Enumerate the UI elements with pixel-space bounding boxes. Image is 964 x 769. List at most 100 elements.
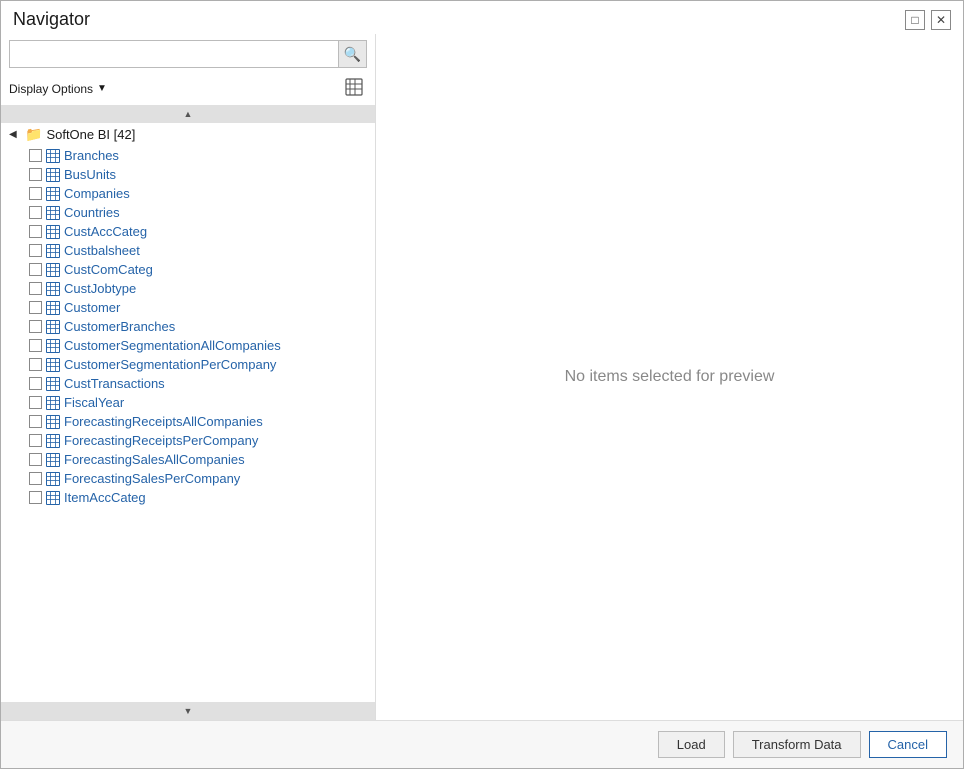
cancel-button[interactable]: Cancel xyxy=(869,731,947,758)
list-item[interactable]: BusUnits xyxy=(1,165,375,184)
list-item[interactable]: Companies xyxy=(1,184,375,203)
item-label: ForecastingReceiptsAllCompanies xyxy=(64,414,263,429)
table-icon xyxy=(46,244,60,258)
list-item[interactable]: ForecastingSalesPerCompany xyxy=(1,469,375,488)
table-icon xyxy=(46,377,60,391)
search-button[interactable]: 🔍 xyxy=(338,41,366,67)
item-checkbox[interactable] xyxy=(29,472,42,485)
list-item[interactable]: Countries xyxy=(1,203,375,222)
display-options-label: Display Options xyxy=(9,82,93,96)
item-checkbox[interactable] xyxy=(29,491,42,504)
display-options-button[interactable]: Display Options ▼ xyxy=(9,82,107,96)
footer: Load Transform Data Cancel xyxy=(1,720,963,768)
list-item[interactable]: ForecastingSalesAllCompanies xyxy=(1,450,375,469)
table-icon xyxy=(46,168,60,182)
item-label: Companies xyxy=(64,186,130,201)
tree-items-container: Branches BusUnits Companies Countries Cu… xyxy=(1,146,375,507)
table-icon xyxy=(46,472,60,486)
table-icon xyxy=(46,225,60,239)
search-icon: 🔍 xyxy=(344,46,361,63)
search-input[interactable] xyxy=(10,43,338,66)
item-label: ForecastingSalesAllCompanies xyxy=(64,452,245,467)
scroll-up-button[interactable]: ▲ xyxy=(1,105,375,123)
item-checkbox[interactable] xyxy=(29,244,42,257)
item-checkbox[interactable] xyxy=(29,377,42,390)
tree-container[interactable]: ◀ 📁 SoftOne BI [42] Branches BusUnits Co… xyxy=(1,123,375,702)
search-bar: 🔍 xyxy=(9,40,367,68)
item-checkbox[interactable] xyxy=(29,320,42,333)
close-button[interactable]: ✕ xyxy=(931,10,951,30)
content-area: 🔍 Display Options ▼ xyxy=(1,34,963,720)
list-item[interactable]: Custbalsheet xyxy=(1,241,375,260)
item-label: CustomerSegmentationPerCompany xyxy=(64,357,276,372)
item-checkbox[interactable] xyxy=(29,149,42,162)
table-icon xyxy=(46,453,60,467)
table-icon xyxy=(46,434,60,448)
item-checkbox[interactable] xyxy=(29,187,42,200)
display-options-bar: Display Options ▼ xyxy=(1,72,375,105)
window-title: Navigator xyxy=(13,9,90,30)
table-icon xyxy=(46,301,60,315)
load-button[interactable]: Load xyxy=(658,731,725,758)
minimize-button[interactable]: □ xyxy=(905,10,925,30)
table-icon xyxy=(46,415,60,429)
item-checkbox[interactable] xyxy=(29,415,42,428)
table-icon xyxy=(46,282,60,296)
scroll-down-button[interactable]: ▼ xyxy=(1,702,375,720)
item-checkbox[interactable] xyxy=(29,396,42,409)
list-item[interactable]: Branches xyxy=(1,146,375,165)
list-item[interactable]: ForecastingReceiptsAllCompanies xyxy=(1,412,375,431)
list-item[interactable]: CustomerSegmentationPerCompany xyxy=(1,355,375,374)
table-icon xyxy=(46,320,60,334)
view-icon xyxy=(345,83,363,99)
table-icon xyxy=(46,339,60,353)
item-checkbox[interactable] xyxy=(29,225,42,238)
table-icon xyxy=(46,396,60,410)
minimize-icon: □ xyxy=(911,13,918,27)
item-checkbox[interactable] xyxy=(29,434,42,447)
list-item[interactable]: ItemAccCateg xyxy=(1,488,375,507)
dropdown-arrow-icon: ▼ xyxy=(97,83,107,94)
item-checkbox[interactable] xyxy=(29,168,42,181)
close-icon: ✕ xyxy=(936,13,946,27)
item-checkbox[interactable] xyxy=(29,339,42,352)
item-checkbox[interactable] xyxy=(29,206,42,219)
list-item[interactable]: ForecastingReceiptsPerCompany xyxy=(1,431,375,450)
list-item[interactable]: Customer xyxy=(1,298,375,317)
item-label: Branches xyxy=(64,148,119,163)
table-icon xyxy=(46,491,60,505)
item-checkbox[interactable] xyxy=(29,282,42,295)
item-label: Countries xyxy=(64,205,120,220)
item-checkbox[interactable] xyxy=(29,453,42,466)
item-label: Custbalsheet xyxy=(64,243,140,258)
left-panel: 🔍 Display Options ▼ xyxy=(1,34,376,720)
item-label: Customer xyxy=(64,300,120,315)
list-item[interactable]: CustAccCateg xyxy=(1,222,375,241)
item-label: CustJobtype xyxy=(64,281,136,296)
item-checkbox[interactable] xyxy=(29,301,42,314)
item-label: ForecastingSalesPerCompany xyxy=(64,471,240,486)
scroll-up-icon: ▲ xyxy=(184,109,193,119)
view-toggle-button[interactable] xyxy=(341,76,367,101)
table-icon xyxy=(46,206,60,220)
title-bar: Navigator □ ✕ xyxy=(1,1,963,34)
list-item[interactable]: CustComCateg xyxy=(1,260,375,279)
tree-root-item[interactable]: ◀ 📁 SoftOne BI [42] xyxy=(1,123,375,146)
list-item[interactable]: CustomerSegmentationAllCompanies xyxy=(1,336,375,355)
tree-scroll-wrapper: ▲ ◀ 📁 SoftOne BI [42] Branches BusU xyxy=(1,105,375,720)
root-label: SoftOne BI [42] xyxy=(46,127,135,142)
item-label: ItemAccCateg xyxy=(64,490,146,505)
list-item[interactable]: CustomerBranches xyxy=(1,317,375,336)
item-label: CustTransactions xyxy=(64,376,165,391)
list-item[interactable]: CustTransactions xyxy=(1,374,375,393)
transform-data-button[interactable]: Transform Data xyxy=(733,731,861,758)
item-label: ForecastingReceiptsPerCompany xyxy=(64,433,258,448)
list-item[interactable]: CustJobtype xyxy=(1,279,375,298)
list-item[interactable]: FiscalYear xyxy=(1,393,375,412)
item-checkbox[interactable] xyxy=(29,358,42,371)
item-label: BusUnits xyxy=(64,167,116,182)
item-checkbox[interactable] xyxy=(29,263,42,276)
title-bar-controls: □ ✕ xyxy=(905,10,951,30)
no-items-text: No items selected for preview xyxy=(565,368,775,386)
folder-icon: 📁 xyxy=(25,126,42,143)
